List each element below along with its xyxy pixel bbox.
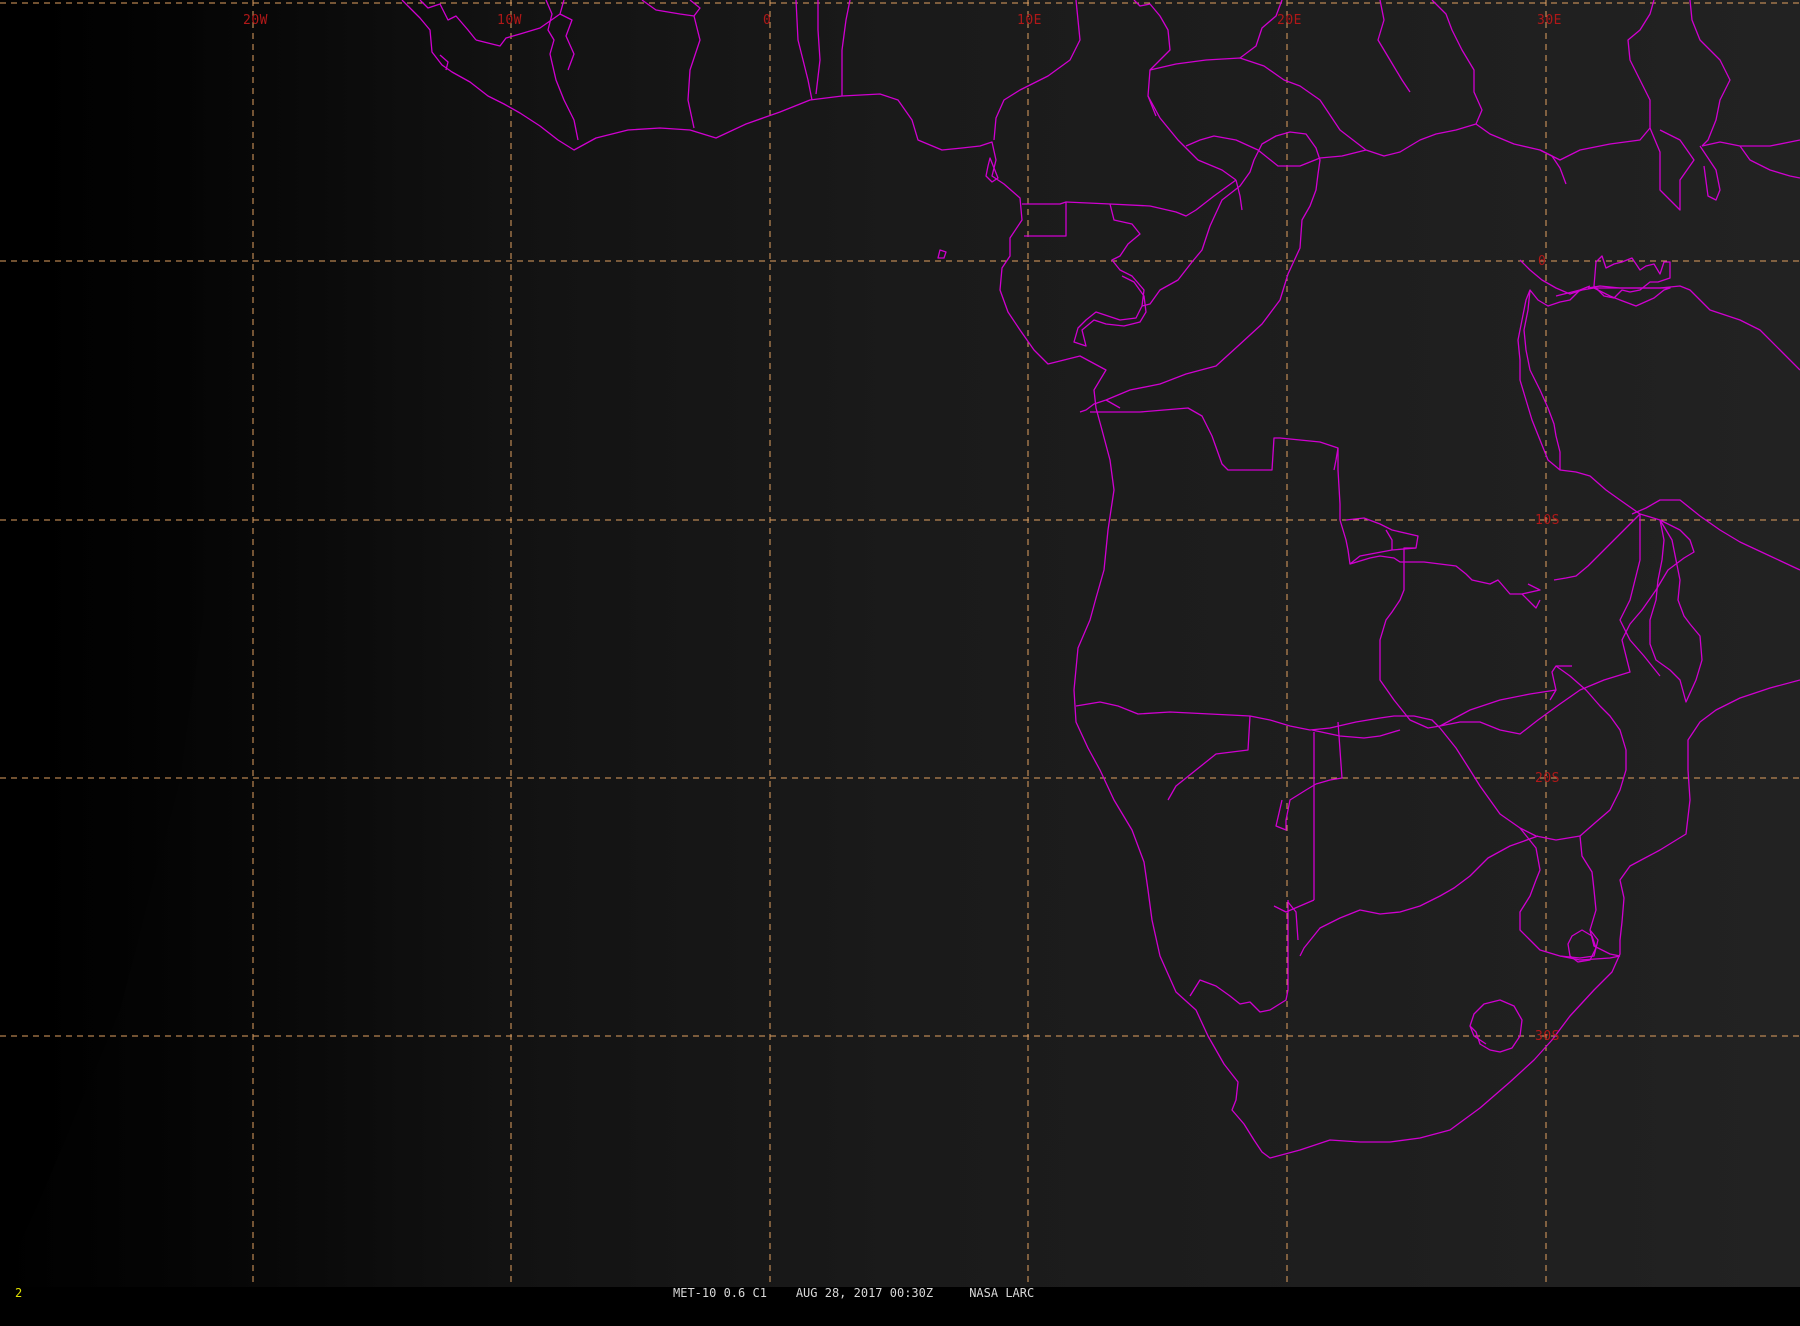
frame-number: 2 xyxy=(15,1286,23,1300)
lat-label-30s: 30S xyxy=(1535,1029,1560,1044)
lon-label-20e: 20E xyxy=(1277,13,1302,28)
satellite-map: 20W 10W 0 10E 20E 30E 0 10S 20S 30S xyxy=(0,0,1800,1287)
image-caption: MET-10 0.6 C1 AUG 28, 2017 00:30Z NASA L… xyxy=(673,1286,1035,1300)
lon-label-10w: 10W xyxy=(497,13,522,28)
status-bar: 2 MET-10 0.6 C1 AUG 28, 2017 00:30Z NASA… xyxy=(0,1287,1800,1300)
lon-label-0: 0 xyxy=(763,13,771,28)
lat-label-20s: 20S xyxy=(1535,771,1560,786)
lon-label-30e: 30E xyxy=(1537,13,1562,28)
lat-label-0: 0 xyxy=(1538,254,1546,269)
lon-label-10e: 10E xyxy=(1017,13,1042,28)
lat-label-10s: 10S xyxy=(1535,513,1560,528)
lon-label-20w: 20W xyxy=(243,13,268,28)
satellite-image xyxy=(0,0,1800,1287)
